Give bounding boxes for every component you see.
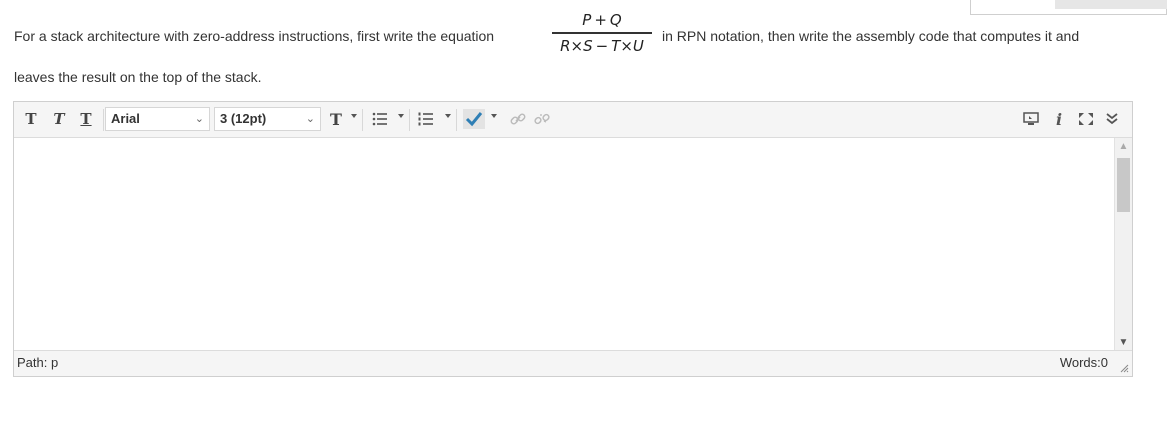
font-size-value: 3 (12pt) [220, 111, 267, 126]
question-text-end: in RPN notation, then write the assembly… [662, 28, 1080, 44]
font-family-value: Arial [111, 111, 140, 126]
rich-text-editor: T T T Arial ⌄ 3 (12pt) ⌄ T i ▲ ▼ Path: p… [13, 101, 1133, 377]
editor-statusbar: Path: p Words:0 [14, 350, 1132, 376]
text-underline-icon[interactable]: T [76, 108, 96, 130]
numbered-list-icon[interactable] [416, 108, 436, 130]
unlink-icon[interactable] [532, 108, 552, 130]
link-icon[interactable] [508, 108, 528, 130]
chevron-down-icon: ⌄ [305, 113, 315, 125]
top-button[interactable] [1055, 0, 1167, 9]
equation-denominator: R×S − T×U [560, 36, 644, 55]
scroll-thumb[interactable] [1117, 158, 1130, 212]
preview-icon[interactable] [1021, 108, 1041, 130]
text-bold-icon[interactable]: T [21, 108, 41, 130]
toolbar-separator [362, 109, 363, 131]
fraction-bar [552, 32, 652, 34]
spellcheck-icon[interactable] [462, 108, 486, 130]
text-color-icon[interactable]: T [326, 108, 346, 130]
collapse-icon[interactable] [1102, 108, 1122, 130]
fullscreen-icon[interactable] [1076, 108, 1096, 130]
editor-toolbar: T T T Arial ⌄ 3 (12pt) ⌄ T i [14, 102, 1132, 138]
resize-handle-icon[interactable] [1119, 363, 1129, 373]
toolbar-separator [409, 109, 410, 131]
chevron-up-icon[interactable]: ▲ [1115, 138, 1132, 155]
chevron-down-icon[interactable]: ▼ [1115, 334, 1132, 351]
word-count: Words:0 [1059, 355, 1108, 370]
toolbar-separator [103, 109, 104, 131]
italic-info-icon[interactable]: i [1049, 108, 1069, 130]
equation-fraction: P + Q R×S − T×U [549, 10, 655, 56]
dropdown-arrow-icon[interactable] [398, 114, 404, 118]
editor-scrollbar[interactable]: ▲ ▼ [1114, 138, 1132, 351]
chevron-down-icon: ⌄ [194, 113, 204, 125]
dropdown-arrow-icon[interactable] [445, 114, 451, 118]
equation-numerator: P + Q [582, 11, 622, 29]
editor-content-area[interactable] [14, 138, 1114, 351]
bullet-list-icon[interactable] [370, 108, 390, 130]
font-size-select[interactable]: 3 (12pt) ⌄ [214, 107, 321, 131]
question-text-start: For a stack architecture with zero-addre… [14, 28, 495, 44]
dropdown-arrow-icon[interactable] [351, 114, 357, 118]
font-family-select[interactable]: Arial ⌄ [105, 107, 210, 131]
path-indicator: Path: p [17, 355, 59, 370]
toolbar-separator [456, 109, 457, 131]
text-italic-icon[interactable]: T [49, 108, 69, 130]
dropdown-arrow-icon[interactable] [491, 114, 497, 118]
question-text-line2: leaves the result on the top of the stac… [14, 69, 262, 85]
